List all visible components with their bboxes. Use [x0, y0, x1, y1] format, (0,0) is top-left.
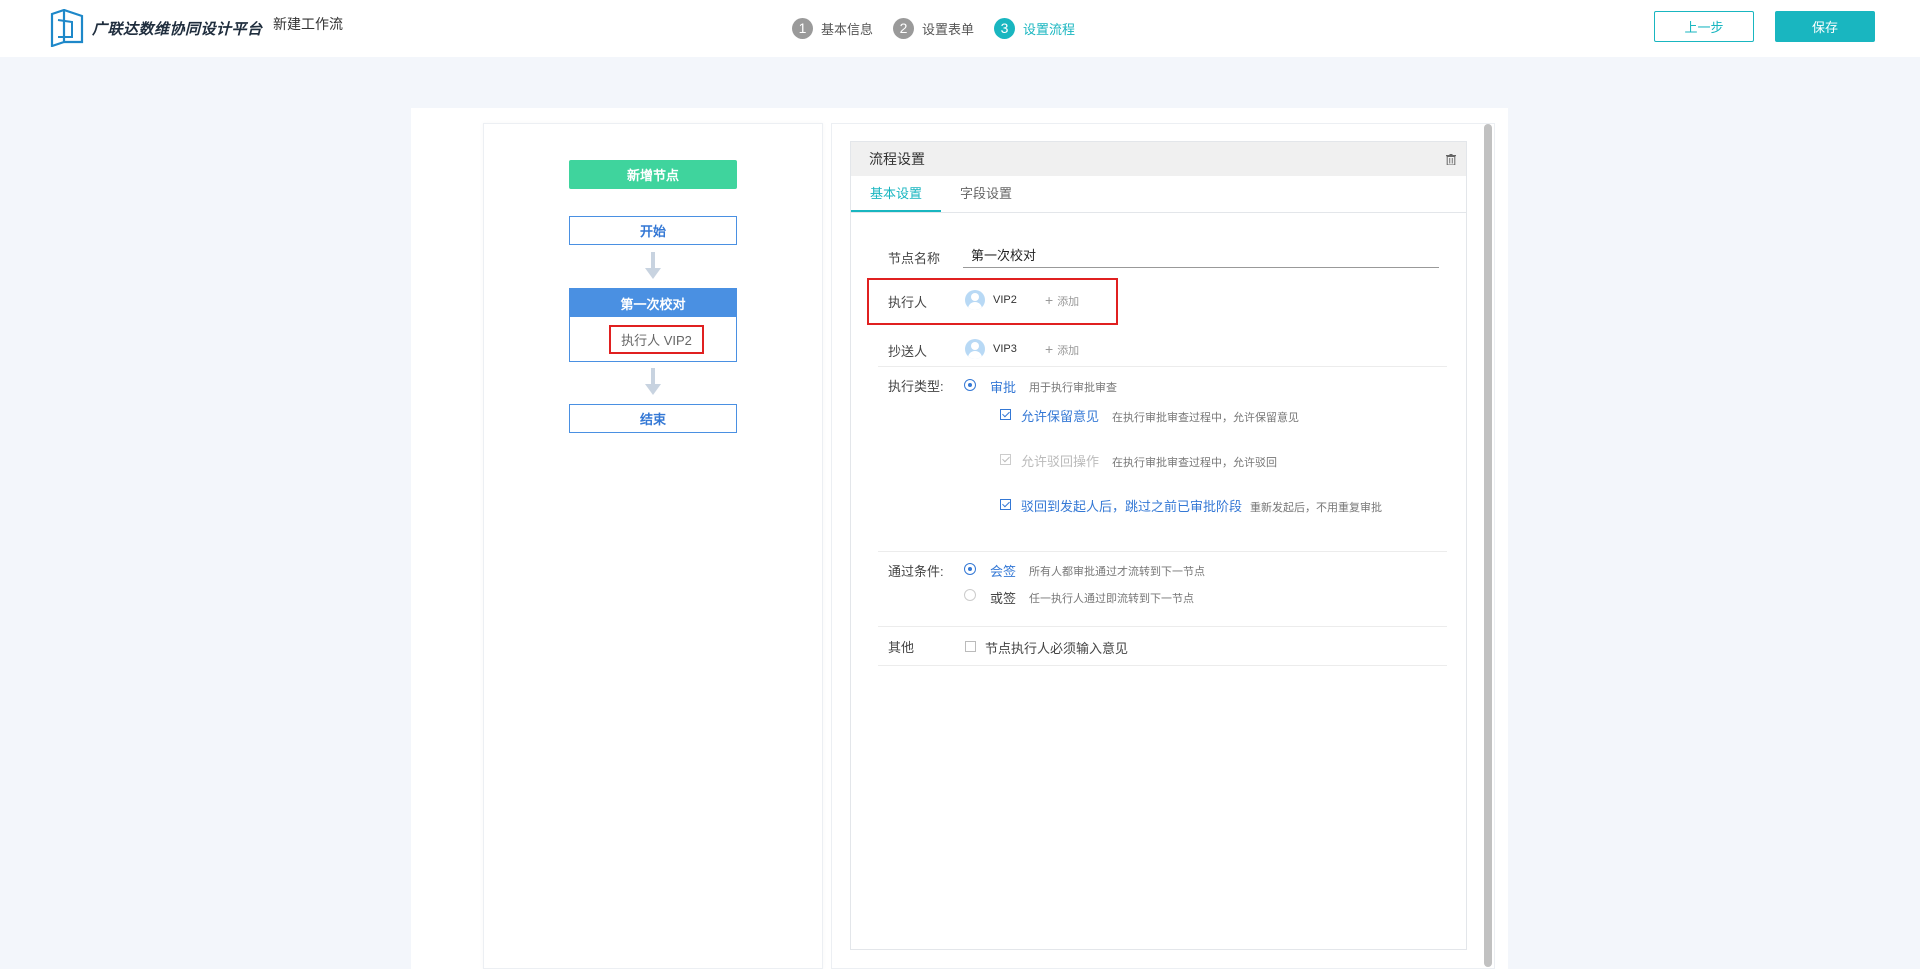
allow-reject-checkbox [1000, 454, 1011, 465]
cc-label: 抄送人 [888, 344, 928, 359]
wizard-steps: 1 基本信息 2 设置表单 3 设置流程 [792, 18, 1095, 39]
scrollbar[interactable] [1484, 124, 1492, 967]
executor-label: 执行人 [888, 295, 928, 310]
settings-title: 流程设置 [869, 151, 925, 167]
pass-countersign-hint: 所有人都审批通过才流转到下一节点 [1029, 566, 1205, 578]
require-opinion-checkbox[interactable] [965, 641, 976, 652]
node-name-label: 节点名称 [888, 251, 941, 266]
tab-field-settings[interactable]: 字段设置 [941, 176, 1031, 212]
flow-node-end[interactable]: 结束 [569, 404, 737, 433]
node-title: 第一次校对 [570, 289, 736, 317]
pass-countersign-label[interactable]: 会签 [990, 561, 1016, 580]
prev-step-button[interactable]: 上一步 [1654, 11, 1754, 42]
step-basic-info[interactable]: 1 基本信息 [792, 18, 873, 39]
cc-name: VIP3 [993, 343, 1017, 355]
flow-diagram-panel [483, 123, 823, 969]
trash-icon[interactable] [1446, 154, 1456, 165]
pass-or-sign-hint: 任一执行人通过即流转到下一节点 [1029, 593, 1194, 605]
exec-type-label: 执行类型: [888, 379, 944, 394]
exec-type-hint: 用于执行审批审查 [1029, 382, 1117, 394]
divider [878, 366, 1447, 367]
divider [878, 665, 1447, 666]
settings-tabs: 基本设置 字段设置 [851, 176, 1466, 213]
exec-type-option[interactable]: 审批 [990, 377, 1016, 396]
skip-approved-hint: 重新发起后，不用重复审批 [1250, 502, 1382, 514]
step-label: 设置表单 [922, 22, 975, 37]
arrow-down-icon [645, 252, 661, 279]
pass-or-sign-label[interactable]: 或签 [990, 588, 1016, 607]
flow-node-first-review[interactable]: 第一次校对 执行人 VIP2 [569, 288, 737, 362]
avatar [965, 290, 985, 310]
add-node-button[interactable]: 新增节点 [569, 160, 737, 189]
step-number: 1 [792, 18, 813, 39]
top-header: 广联达数维协同设计平台 新建工作流 1 基本信息 2 设置表单 3 设置流程 上… [0, 0, 1920, 57]
flow-node-start[interactable]: 开始 [569, 216, 737, 245]
step-label: 基本信息 [821, 22, 874, 37]
require-opinion-label[interactable]: 节点执行人必须输入意见 [985, 638, 1128, 657]
node-executor-label: 执行人 VIP2 [609, 325, 704, 354]
add-label: 添加 [1057, 345, 1080, 357]
step-number: 3 [994, 18, 1016, 39]
settings-header: 流程设置 [851, 142, 1466, 176]
allow-keep-opinion-hint: 在执行审批审查过程中，允许保留意见 [1112, 412, 1299, 424]
tab-basic-settings[interactable]: 基本设置 [851, 176, 942, 212]
page-title: 新建工作流 [273, 16, 343, 32]
exec-type-approve-radio[interactable] [964, 379, 976, 391]
arrow-down-icon [645, 368, 661, 395]
step-label: 设置流程 [1023, 22, 1076, 37]
add-executor-button[interactable]: + 添加 [1045, 292, 1079, 309]
add-label: 添加 [1057, 296, 1080, 308]
skip-approved-label[interactable]: 驳回到发起人后，跳过之前已审批阶段 [1021, 496, 1242, 515]
plus-icon: + [1045, 341, 1054, 357]
other-label: 其他 [888, 640, 915, 655]
step-set-flow[interactable]: 3 设置流程 [994, 18, 1075, 39]
step-set-form[interactable]: 2 设置表单 [893, 18, 974, 39]
divider [878, 626, 1447, 627]
allow-reject-hint: 在执行审批审查过程中，允许驳回 [1112, 457, 1277, 469]
step-number: 2 [893, 18, 915, 39]
divider [878, 551, 1447, 552]
executor-name: VIP2 [993, 294, 1017, 306]
skip-approved-checkbox[interactable] [1000, 499, 1011, 510]
allow-reject-label: 允许驳回操作 [1021, 454, 1100, 469]
pass-or-sign-radio[interactable] [964, 589, 976, 601]
brand-name: 广联达数维协同设计平台 [92, 21, 263, 38]
node-name-input[interactable] [963, 242, 1439, 268]
allow-keep-opinion-checkbox[interactable] [1000, 409, 1011, 420]
pass-countersign-radio[interactable] [964, 563, 976, 575]
add-cc-button[interactable]: + 添加 [1045, 341, 1079, 358]
plus-icon: + [1045, 292, 1054, 308]
avatar [965, 339, 985, 359]
pass-condition-label: 通过条件: [888, 564, 944, 579]
allow-keep-opinion-label[interactable]: 允许保留意见 [1021, 406, 1099, 425]
platform-logo-icon [50, 9, 84, 47]
save-button[interactable]: 保存 [1775, 11, 1875, 42]
